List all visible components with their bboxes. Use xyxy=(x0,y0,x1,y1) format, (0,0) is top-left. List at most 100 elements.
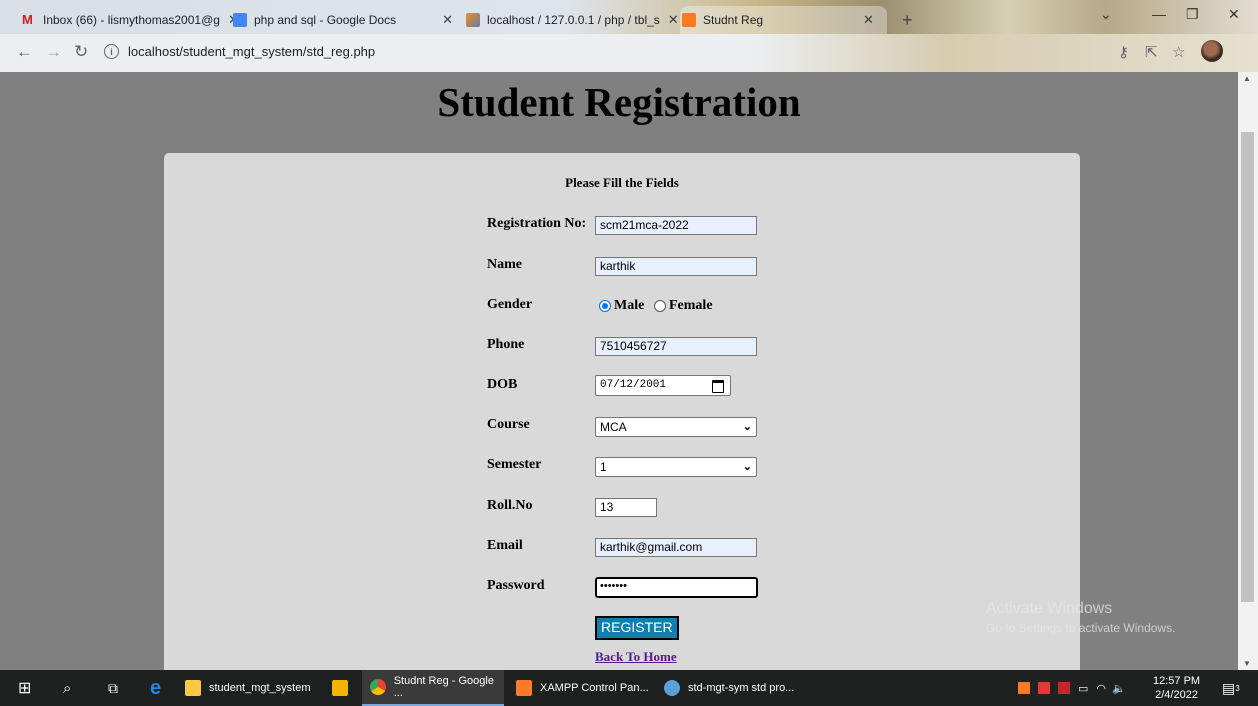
password-key-icon[interactable]: ⚷ xyxy=(1118,43,1129,61)
close-icon[interactable]: ✕ xyxy=(863,12,874,28)
tab-title: Studnt Reg xyxy=(703,13,764,27)
password-input[interactable]: ••••••• xyxy=(595,577,758,598)
tab-title: php and sql - Google Docs xyxy=(254,13,397,27)
taskbar-item-label: Studnt Reg - Google ... xyxy=(393,675,494,699)
scroll-up-icon[interactable]: ▲ xyxy=(1243,74,1251,83)
watermark-title: Activate Windows xyxy=(986,600,1113,617)
paint-icon xyxy=(664,680,680,696)
taskbar-item-label: XAMPP Control Pan... xyxy=(540,682,649,694)
new-tab-button[interactable]: + xyxy=(902,10,913,31)
xampp-tray-icon[interactable] xyxy=(1018,682,1030,694)
xampp-icon xyxy=(682,13,696,27)
gender-male-label: Male xyxy=(614,298,645,313)
chevron-down-icon: ⌄ xyxy=(742,461,752,473)
tab-studnt-reg[interactable]: Studnt Reg ✕ xyxy=(680,6,887,34)
page-title: Student Registration xyxy=(437,79,801,125)
chrome-icon xyxy=(370,679,386,695)
notification-count: 3 xyxy=(1235,683,1240,693)
notification-center-icon[interactable]: ▤ 3 xyxy=(1222,670,1240,706)
activate-windows-watermark: Activate Windows Go to Settings to activ… xyxy=(986,600,1175,635)
close-window-button[interactable]: ✕ xyxy=(1228,6,1240,23)
bookmark-star-icon[interactable]: ☆ xyxy=(1172,43,1185,61)
email-input[interactable]: karthik@gmail.com xyxy=(595,538,757,557)
rollno-input[interactable]: 13 xyxy=(595,498,657,517)
gender-radio-group: Male Female xyxy=(599,298,799,316)
folder-icon xyxy=(185,680,201,696)
tab-gmail[interactable]: M Inbox (66) - lismythomas2001@g ✕ xyxy=(22,6,239,34)
course-select[interactable]: MCA ⌄ xyxy=(595,417,757,437)
tab-google-docs[interactable]: php and sql - Google Docs ✕ xyxy=(233,6,453,34)
edge-icon[interactable]: e xyxy=(150,670,161,706)
gender-male-radio[interactable]: Male xyxy=(599,298,644,314)
scroll-down-icon[interactable]: ▼ xyxy=(1243,659,1251,668)
volume-icon[interactable]: 🔈 xyxy=(1112,682,1126,695)
back-arrow-icon[interactable]: ← xyxy=(16,42,33,62)
windows-start-icon[interactable]: ⊞ xyxy=(18,670,31,706)
url-text: localhost/student_mgt_system/std_reg.php xyxy=(128,44,376,59)
info-icon[interactable]: i xyxy=(104,44,119,59)
label-email: Email xyxy=(487,538,523,553)
label-gender: Gender xyxy=(487,297,533,312)
name-input[interactable]: karthik xyxy=(595,257,757,276)
register-button[interactable]: REGISTER xyxy=(595,616,679,640)
app-tray-icon[interactable] xyxy=(1038,682,1050,694)
back-to-home-link[interactable]: Back To Home xyxy=(595,649,677,665)
taskbar-item-chrome[interactable]: Studnt Reg - Google ... xyxy=(362,670,504,706)
wifi-icon[interactable]: ◠ xyxy=(1096,682,1106,695)
scrollbar-thumb[interactable] xyxy=(1241,132,1254,602)
radio-unselected-icon xyxy=(654,300,666,312)
clock-time: 12:57 PM xyxy=(1153,675,1201,687)
label-name: Name xyxy=(487,257,522,272)
windows-taskbar: ⊞ ⌕ ⧉ e student_mgt_system Studnt Reg - … xyxy=(0,670,1258,706)
tab-search-chevron-icon[interactable]: ⌄ xyxy=(1100,6,1112,23)
semester-selected-value: 1 xyxy=(600,460,607,474)
taskbar-item-label: student_mgt_system xyxy=(209,682,311,694)
registration-form: Please Fill the Fields Registration No: … xyxy=(164,153,1080,670)
battery-icon[interactable]: ▭ xyxy=(1078,682,1088,695)
label-course: Course xyxy=(487,417,530,432)
page-viewport: Student Registration Please Fill the Fie… xyxy=(0,72,1238,670)
restore-button[interactable]: ❐ xyxy=(1186,6,1199,23)
label-semester: Semester xyxy=(487,457,542,472)
close-icon[interactable]: ✕ xyxy=(668,12,679,28)
course-selected-value: MCA xyxy=(600,420,627,434)
tab-title: localhost / 127.0.0.1 / php / tbl_s xyxy=(487,13,660,27)
taskbar-item-explorer[interactable]: student_mgt_system xyxy=(185,670,311,706)
taskbar-item-paint[interactable]: std-mgt-sym std pro... xyxy=(664,670,794,706)
semester-select[interactable]: 1 ⌄ xyxy=(595,457,757,477)
taskbar-item-store[interactable] xyxy=(332,670,356,706)
search-icon[interactable]: ⌕ xyxy=(63,670,71,706)
profile-avatar[interactable] xyxy=(1201,40,1223,62)
system-tray: ▭ ◠ 🔈 xyxy=(1018,670,1126,706)
dob-value: 07/12/2001 xyxy=(600,379,667,391)
forward-arrow-icon[interactable]: → xyxy=(45,42,62,62)
taskbar-item-label: std-mgt-sym std pro... xyxy=(688,682,795,694)
close-icon[interactable]: ✕ xyxy=(442,12,453,28)
tab-phpmyadmin[interactable]: localhost / 127.0.0.1 / php / tbl_s ✕ xyxy=(466,6,679,34)
phone-input[interactable]: 7510456727 xyxy=(595,337,757,356)
taskbar-item-xampp[interactable]: XAMPP Control Pan... xyxy=(516,670,649,706)
calendar-icon[interactable] xyxy=(712,380,724,393)
xampp-icon xyxy=(516,680,532,696)
browser-toolbar: ← → ↻ i localhost/student_mgt_system/std… xyxy=(0,34,1258,72)
phpmyadmin-icon xyxy=(466,13,480,27)
gender-female-radio[interactable]: Female xyxy=(654,298,713,314)
reload-icon[interactable]: ↻ xyxy=(74,42,88,62)
chevron-down-icon: ⌄ xyxy=(742,421,752,433)
share-icon[interactable]: ⇱ xyxy=(1145,43,1158,61)
minimize-button[interactable]: — xyxy=(1152,6,1166,22)
vertical-scrollbar[interactable]: ▲ ▼ xyxy=(1238,72,1258,670)
taskbar-clock[interactable]: 12:57 PM 2/4/2022 xyxy=(1153,674,1200,702)
registration-no-input[interactable]: scm21mca-2022 xyxy=(595,216,757,235)
tab-title: Inbox (66) - lismythomas2001@g xyxy=(43,13,220,27)
clock-date: 2/4/2022 xyxy=(1155,689,1198,701)
dob-date-input[interactable]: 07/12/2001 xyxy=(595,375,731,396)
store-icon xyxy=(332,680,348,696)
address-bar[interactable]: i localhost/student_mgt_system/std_reg.p… xyxy=(104,44,375,59)
q-tray-icon[interactable] xyxy=(1058,682,1070,694)
label-dob: DOB xyxy=(487,377,518,392)
task-view-icon[interactable]: ⧉ xyxy=(108,670,118,706)
docs-icon xyxy=(233,13,247,27)
tab-strip: M Inbox (66) - lismythomas2001@g ✕ php a… xyxy=(0,0,1258,34)
label-password: Password xyxy=(487,578,545,593)
